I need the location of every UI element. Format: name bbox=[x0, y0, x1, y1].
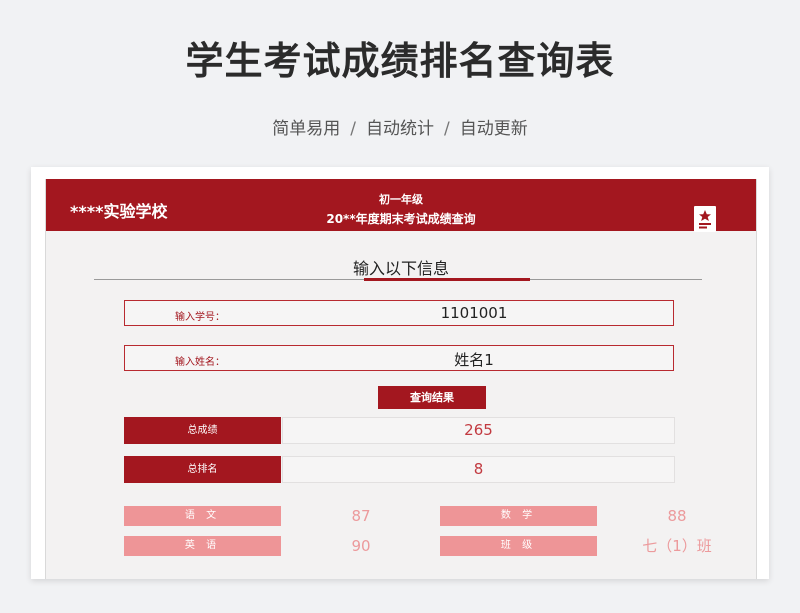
term-label: 20**年度期末考试成绩查询 bbox=[326, 212, 476, 226]
subtitle-item: 简单易用 bbox=[272, 119, 341, 139]
english-label: 英 语 bbox=[124, 536, 281, 556]
english-score: 90 bbox=[351, 537, 371, 555]
student-id-field[interactable]: 输入学号： 1101001 bbox=[124, 300, 674, 326]
total-rank-label: 总排名 bbox=[124, 456, 281, 483]
student-name-value[interactable]: 姓名1 bbox=[275, 349, 673, 370]
page-title: 学生考试成绩排名查询表 bbox=[185, 39, 615, 83]
subtitle-item: 自动统计 bbox=[366, 119, 434, 139]
class-value: 七（1）班 bbox=[642, 537, 712, 555]
page-subtitle: 简单易用 / 自动统计 / 自动更新 bbox=[0, 114, 800, 139]
class-label: 班 级 bbox=[440, 536, 597, 556]
subtitle-separator: / bbox=[444, 119, 450, 139]
subtitle-separator: / bbox=[350, 119, 356, 139]
section-title: 输入以下信息 bbox=[352, 259, 449, 278]
sheet-banner: ****实验学校 初一年级 20**年度期末考试成绩查询 bbox=[46, 179, 756, 232]
total-rank-row: 总排名 8 bbox=[124, 456, 676, 483]
student-id-label: 输入学号： bbox=[175, 312, 225, 323]
math-label: 数 学 bbox=[440, 506, 597, 526]
student-name-field[interactable]: 输入姓名： 姓名1 bbox=[124, 345, 674, 371]
total-score-value: 265 bbox=[282, 417, 675, 444]
student-id-value[interactable]: 1101001 bbox=[275, 304, 673, 322]
total-score-row: 总成绩 265 bbox=[124, 417, 676, 444]
total-rank-value: 8 bbox=[282, 456, 675, 483]
bookmark-icon bbox=[694, 206, 716, 232]
student-name-label: 输入姓名： bbox=[175, 357, 225, 368]
subtitle-item: 自动更新 bbox=[459, 119, 528, 139]
query-sheet: ****实验学校 初一年级 20**年度期末考试成绩查询 输入以下信息 输入学号… bbox=[45, 179, 757, 579]
chinese-label: 语 文 bbox=[124, 506, 281, 526]
query-result-button[interactable]: 查询结果 bbox=[378, 386, 486, 409]
chinese-score: 87 bbox=[351, 507, 371, 525]
total-score-label: 总成绩 bbox=[124, 417, 281, 444]
grade-label: 初一年级 bbox=[379, 193, 423, 206]
section-accent-line bbox=[364, 278, 530, 281]
sheet-card: ****实验学校 初一年级 20**年度期末考试成绩查询 输入以下信息 输入学号… bbox=[31, 167, 769, 579]
math-score: 88 bbox=[667, 507, 687, 525]
